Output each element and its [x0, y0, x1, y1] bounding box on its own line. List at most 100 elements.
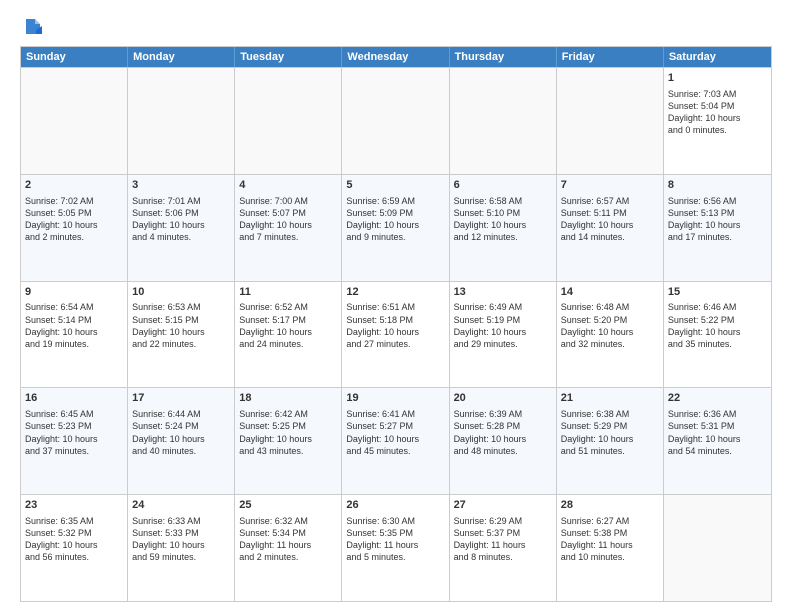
- day-info: Daylight: 10 hours: [132, 219, 230, 231]
- day-number: 11: [239, 285, 337, 300]
- day-info: Sunrise: 6:54 AM: [25, 301, 123, 313]
- day-info: Sunset: 5:10 PM: [454, 207, 552, 219]
- calendar-row: 2Sunrise: 7:02 AMSunset: 5:05 PMDaylight…: [21, 174, 771, 281]
- day-info: Daylight: 10 hours: [561, 219, 659, 231]
- day-info: Sunset: 5:22 PM: [668, 314, 767, 326]
- day-number: 24: [132, 498, 230, 513]
- day-number: 12: [346, 285, 444, 300]
- day-info: and 19 minutes.: [25, 338, 123, 350]
- day-info: Sunrise: 6:44 AM: [132, 408, 230, 420]
- day-number: 2: [25, 178, 123, 193]
- calendar-cell: 9Sunrise: 6:54 AMSunset: 5:14 PMDaylight…: [21, 282, 128, 388]
- day-info: and 12 minutes.: [454, 231, 552, 243]
- day-info: and 8 minutes.: [454, 551, 552, 563]
- day-info: Daylight: 10 hours: [346, 219, 444, 231]
- calendar-header-cell: Saturday: [664, 47, 771, 67]
- day-info: Sunset: 5:25 PM: [239, 420, 337, 432]
- day-info: Daylight: 11 hours: [346, 539, 444, 551]
- calendar-cell: 25Sunrise: 6:32 AMSunset: 5:34 PMDayligh…: [235, 495, 342, 601]
- day-info: Sunrise: 6:29 AM: [454, 515, 552, 527]
- calendar-cell: 27Sunrise: 6:29 AMSunset: 5:37 PMDayligh…: [450, 495, 557, 601]
- calendar-cell: [664, 495, 771, 601]
- day-info: and 35 minutes.: [668, 338, 767, 350]
- day-info: Daylight: 10 hours: [239, 433, 337, 445]
- day-info: Daylight: 10 hours: [25, 219, 123, 231]
- day-info: Daylight: 10 hours: [25, 539, 123, 551]
- calendar-cell: 24Sunrise: 6:33 AMSunset: 5:33 PMDayligh…: [128, 495, 235, 601]
- day-number: 28: [561, 498, 659, 513]
- calendar-header-cell: Tuesday: [235, 47, 342, 67]
- calendar-cell: 17Sunrise: 6:44 AMSunset: 5:24 PMDayligh…: [128, 388, 235, 494]
- day-info: Sunrise: 6:38 AM: [561, 408, 659, 420]
- day-info: Sunset: 5:18 PM: [346, 314, 444, 326]
- day-info: Sunset: 5:34 PM: [239, 527, 337, 539]
- day-info: Sunset: 5:33 PM: [132, 527, 230, 539]
- day-info: Sunset: 5:29 PM: [561, 420, 659, 432]
- calendar-cell: [128, 68, 235, 174]
- day-info: and 54 minutes.: [668, 445, 767, 457]
- day-info: Sunrise: 6:36 AM: [668, 408, 767, 420]
- day-info: Daylight: 10 hours: [454, 433, 552, 445]
- day-info: Sunset: 5:31 PM: [668, 420, 767, 432]
- day-number: 10: [132, 285, 230, 300]
- day-info: and 7 minutes.: [239, 231, 337, 243]
- day-number: 8: [668, 178, 767, 193]
- day-info: Sunset: 5:28 PM: [454, 420, 552, 432]
- day-number: 3: [132, 178, 230, 193]
- day-number: 14: [561, 285, 659, 300]
- day-info: Sunrise: 6:30 AM: [346, 515, 444, 527]
- day-info: Sunset: 5:13 PM: [668, 207, 767, 219]
- calendar-row: 9Sunrise: 6:54 AMSunset: 5:14 PMDaylight…: [21, 281, 771, 388]
- day-number: 17: [132, 391, 230, 406]
- day-info: and 40 minutes.: [132, 445, 230, 457]
- calendar-cell: 13Sunrise: 6:49 AMSunset: 5:19 PMDayligh…: [450, 282, 557, 388]
- day-info: Sunrise: 6:48 AM: [561, 301, 659, 313]
- calendar-header-cell: Thursday: [450, 47, 557, 67]
- day-info: Sunrise: 6:57 AM: [561, 195, 659, 207]
- day-info: Sunset: 5:19 PM: [454, 314, 552, 326]
- calendar-header-cell: Sunday: [21, 47, 128, 67]
- day-number: 27: [454, 498, 552, 513]
- day-info: and 14 minutes.: [561, 231, 659, 243]
- day-info: and 32 minutes.: [561, 338, 659, 350]
- day-info: Sunset: 5:11 PM: [561, 207, 659, 219]
- calendar-cell: 4Sunrise: 7:00 AMSunset: 5:07 PMDaylight…: [235, 175, 342, 281]
- day-number: 22: [668, 391, 767, 406]
- calendar-cell: 14Sunrise: 6:48 AMSunset: 5:20 PMDayligh…: [557, 282, 664, 388]
- day-info: and 56 minutes.: [25, 551, 123, 563]
- calendar-cell: 23Sunrise: 6:35 AMSunset: 5:32 PMDayligh…: [21, 495, 128, 601]
- calendar-cell: 28Sunrise: 6:27 AMSunset: 5:38 PMDayligh…: [557, 495, 664, 601]
- day-number: 9: [25, 285, 123, 300]
- day-info: Sunrise: 6:41 AM: [346, 408, 444, 420]
- day-info: Sunset: 5:04 PM: [668, 100, 767, 112]
- day-info: and 24 minutes.: [239, 338, 337, 350]
- calendar-row: 1Sunrise: 7:03 AMSunset: 5:04 PMDaylight…: [21, 67, 771, 174]
- calendar-cell: 11Sunrise: 6:52 AMSunset: 5:17 PMDayligh…: [235, 282, 342, 388]
- day-info: Sunrise: 7:00 AM: [239, 195, 337, 207]
- day-info: Sunrise: 6:46 AM: [668, 301, 767, 313]
- day-info: Sunrise: 6:27 AM: [561, 515, 659, 527]
- calendar-cell: 5Sunrise: 6:59 AMSunset: 5:09 PMDaylight…: [342, 175, 449, 281]
- calendar-cell: 3Sunrise: 7:01 AMSunset: 5:06 PMDaylight…: [128, 175, 235, 281]
- day-info: and 45 minutes.: [346, 445, 444, 457]
- day-info: Daylight: 10 hours: [561, 326, 659, 338]
- day-info: Sunrise: 6:39 AM: [454, 408, 552, 420]
- calendar-cell: 8Sunrise: 6:56 AMSunset: 5:13 PMDaylight…: [664, 175, 771, 281]
- day-info: Sunrise: 6:32 AM: [239, 515, 337, 527]
- day-info: and 48 minutes.: [454, 445, 552, 457]
- day-number: 5: [346, 178, 444, 193]
- day-info: Sunset: 5:09 PM: [346, 207, 444, 219]
- calendar-cell: 21Sunrise: 6:38 AMSunset: 5:29 PMDayligh…: [557, 388, 664, 494]
- day-info: and 5 minutes.: [346, 551, 444, 563]
- day-info: Daylight: 10 hours: [668, 219, 767, 231]
- calendar-cell: [21, 68, 128, 174]
- day-number: 7: [561, 178, 659, 193]
- day-info: and 37 minutes.: [25, 445, 123, 457]
- day-info: Sunset: 5:27 PM: [346, 420, 444, 432]
- calendar-cell: 20Sunrise: 6:39 AMSunset: 5:28 PMDayligh…: [450, 388, 557, 494]
- day-info: Sunrise: 6:35 AM: [25, 515, 123, 527]
- calendar-cell: 6Sunrise: 6:58 AMSunset: 5:10 PMDaylight…: [450, 175, 557, 281]
- calendar-cell: 1Sunrise: 7:03 AMSunset: 5:04 PMDaylight…: [664, 68, 771, 174]
- day-info: Sunset: 5:20 PM: [561, 314, 659, 326]
- day-info: Daylight: 10 hours: [346, 433, 444, 445]
